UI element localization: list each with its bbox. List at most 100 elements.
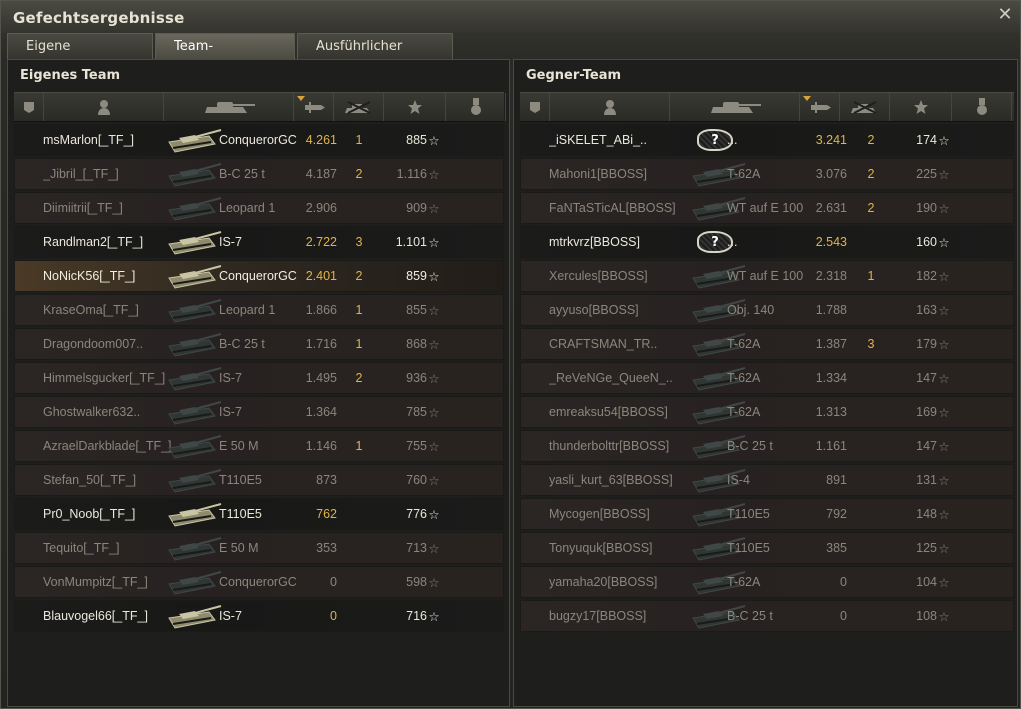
player-name[interactable]: yasli_kurt_63[BBOSS] (549, 473, 689, 487)
player-row[interactable]: Himmelsgucker[_TF_] IS-7 1.495 2 936 ☆ (14, 362, 504, 394)
player-name[interactable]: Mahoni1[BBOSS] (549, 167, 689, 181)
star-icon: ☆ (428, 542, 440, 556)
player-name[interactable]: Blauvogel66[_TF_] (43, 609, 183, 623)
player-name[interactable]: AzraelDarkblade[_TF_] (43, 439, 183, 453)
player-name[interactable]: Ghostwalker632.. (43, 405, 183, 419)
player-row[interactable]: Randlman2[_TF_] IS-7 2.722 3 1.101 ☆ (14, 226, 504, 258)
title-bar[interactable]: Gefechtsergebnisse ✕ (1, 1, 1020, 33)
player-name[interactable]: VonMumpitz[_TF_] (43, 575, 183, 589)
player-row[interactable]: ayyuso[BBOSS] Obj. 140 1.788 163 ☆ (520, 294, 1014, 326)
tank-name: E 50 M (219, 439, 259, 453)
player-name[interactable]: bugzy17[BBOSS] (549, 609, 689, 623)
player-row[interactable]: CRAFTSMAN_TR.. T-62A 1.387 3 179 ☆ (520, 328, 1014, 360)
tank-icon[interactable] (670, 93, 800, 121)
player-row[interactable]: Mahoni1[BBOSS] T-62A 3.076 2 225 ☆ (520, 158, 1014, 190)
player-row[interactable]: emreaksu54[BBOSS] T-62A 1.313 169 ☆ (520, 396, 1014, 428)
tank-icon[interactable] (164, 93, 294, 121)
tank-name: ConquerorGC (219, 575, 297, 589)
player-name[interactable]: _iSKELET_ABi_.. (549, 133, 689, 147)
medal-icon[interactable] (952, 93, 1012, 121)
player-row[interactable]: Stefan_50[_TF_] T110E5 873 760 ☆ (14, 464, 504, 496)
xp-value: 125 (916, 541, 937, 555)
player-name[interactable]: _ReVeNGe_QueeN_.. (549, 371, 689, 385)
kills-value: 1 (355, 303, 363, 317)
player-name[interactable]: Tonyuquk[BBOSS] (549, 541, 689, 555)
player-name[interactable]: thunderbolttr[BBOSS] (549, 439, 689, 453)
player-name[interactable]: Stefan_50[_TF_] (43, 473, 183, 487)
player-row[interactable]: Pr0_Noob[_TF_] T110E5 762 776 ☆ (14, 498, 504, 530)
xp-value: 776 (406, 507, 427, 521)
star-icon: ☆ (938, 338, 950, 352)
player-name[interactable]: mtrkvrz[BBOSS] (549, 235, 689, 249)
xp-value: 148 (916, 507, 937, 521)
xp-star-icon[interactable] (890, 93, 952, 121)
close-icon[interactable]: ✕ (996, 6, 1014, 24)
xp-star-icon[interactable] (384, 93, 446, 121)
kills-value: 1 (355, 439, 363, 453)
star-icon: ☆ (938, 372, 950, 386)
enemy-team-title: Gegner-Team (526, 68, 622, 83)
player-name[interactable]: Xercules[BBOSS] (549, 269, 689, 283)
tab-team-auswertung[interactable]: Team-Auswertung (155, 33, 295, 79)
player-row[interactable]: Xercules[BBOSS] WT auf E 100 2.318 1 182… (520, 260, 1014, 292)
player-name[interactable]: emreaksu54[BBOSS] (549, 405, 689, 419)
player-row[interactable]: FaNTaSTicAL[BBOSS] WT auf E 100 2.631 2 … (520, 192, 1014, 224)
kills-value: 2 (355, 167, 363, 181)
player-name[interactable]: _Jibril_[_TF_] (43, 167, 183, 181)
xp-value: 108 (916, 609, 937, 623)
tank-icon (165, 160, 223, 188)
damage-icon[interactable] (294, 93, 334, 121)
player-row[interactable]: bugzy17[BBOSS] B-C 25 t 0 108 ☆ (520, 600, 1014, 632)
player-row[interactable]: thunderbolttr[BBOSS] B-C 25 t 1.161 147 … (520, 430, 1014, 462)
player-row[interactable]: yasli_kurt_63[BBOSS] IS-4 891 131 ☆ (520, 464, 1014, 496)
player-row[interactable]: Ghostwalker632.. IS-7 1.364 785 ☆ (14, 396, 504, 428)
player-name[interactable]: CRAFTSMAN_TR.. (549, 337, 689, 351)
squad-icon[interactable] (520, 93, 550, 121)
player-name[interactable]: Tequito[_TF_] (43, 541, 183, 555)
player-name[interactable]: Randlman2[_TF_] (43, 235, 183, 249)
player-row[interactable]: _ReVeNGe_QueeN_.. T-62A 1.334 147 ☆ (520, 362, 1014, 394)
xp-value: 936 (406, 371, 427, 385)
player-row[interactable]: KraseOma[_TF_] Leopard 1 1.866 1 855 ☆ (14, 294, 504, 326)
damage-icon[interactable] (800, 93, 840, 121)
tank-name: B-C 25 t (727, 609, 773, 623)
star-icon: ☆ (938, 406, 950, 420)
star-icon: ☆ (938, 542, 950, 556)
player-name[interactable]: Himmelsgucker[_TF_] (43, 371, 183, 385)
player-row[interactable]: Dragondoom007.. B-C 25 t 1.716 1 868 ☆ (14, 328, 504, 360)
player-row[interactable]: AzraelDarkblade[_TF_] E 50 M 1.146 1 755… (14, 430, 504, 462)
player-row[interactable]: mtrkvrz[BBOSS] ? ... 2.543 160 ☆ (520, 226, 1014, 258)
player-name[interactable]: FaNTaSTicAL[BBOSS] (549, 201, 689, 215)
player-row[interactable]: msMarlon[_TF_] ConquerorGC 4.261 1 885 ☆ (14, 124, 504, 156)
xp-value: 160 (916, 235, 937, 249)
player-row[interactable]: Mycogen[BBOSS] T110E5 792 148 ☆ (520, 498, 1014, 530)
player-name[interactable]: KraseOma[_TF_] (43, 303, 183, 317)
player-name[interactable]: msMarlon[_TF_] (43, 133, 183, 147)
player-row[interactable]: VonMumpitz[_TF_] ConquerorGC 0 598 ☆ (14, 566, 504, 598)
player-row[interactable]: _iSKELET_ABi_.. ? ... 3.241 2 174 ☆ (520, 124, 1014, 156)
kills-icon[interactable] (840, 93, 890, 121)
player-name[interactable]: yamaha20[BBOSS] (549, 575, 689, 589)
player-row[interactable]: Tonyuquk[BBOSS] T110E5 385 125 ☆ (520, 532, 1014, 564)
player-name[interactable]: Diimiitrii[_TF_] (43, 201, 183, 215)
player-row[interactable]: Blauvogel66[_TF_] IS-7 0 716 ☆ (14, 600, 504, 632)
player-name[interactable]: Pr0_Noob[_TF_] (43, 507, 183, 521)
player-name[interactable]: NoNicK56[_TF_] (43, 269, 183, 283)
squad-icon[interactable] (14, 93, 44, 121)
player-row[interactable]: Diimiitrii[_TF_] Leopard 1 2.906 909 ☆ (14, 192, 504, 224)
player-row[interactable]: NoNicK56[_TF_] ConquerorGC 2.401 2 859 ☆ (14, 260, 504, 292)
player-row[interactable]: Tequito[_TF_] E 50 M 353 713 ☆ (14, 532, 504, 564)
tab-eigene-auswertung[interactable]: Eigene Auswertung (7, 33, 153, 79)
player-row[interactable]: yamaha20[BBOSS] T-62A 0 104 ☆ (520, 566, 1014, 598)
tank-name: WT auf E 100 (727, 269, 804, 283)
player-icon[interactable] (550, 93, 670, 121)
kills-icon[interactable] (334, 93, 384, 121)
player-icon[interactable] (44, 93, 164, 121)
tab-ausfuehrlicher-bericht[interactable]: Ausführlicher Bericht (297, 33, 453, 79)
player-name[interactable]: Dragondoom007.. (43, 337, 183, 351)
medal-icon[interactable] (446, 93, 506, 121)
player-name[interactable]: ayyuso[BBOSS] (549, 303, 689, 317)
tank-name: ConquerorGC (219, 269, 297, 283)
player-row[interactable]: _Jibril_[_TF_] B-C 25 t 4.187 2 1.116 ☆ (14, 158, 504, 190)
player-name[interactable]: Mycogen[BBOSS] (549, 507, 689, 521)
